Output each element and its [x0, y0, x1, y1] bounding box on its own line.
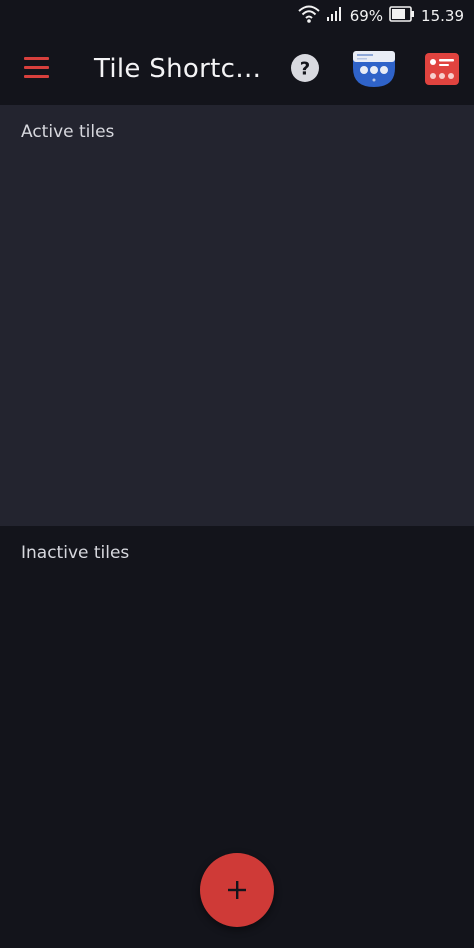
hamburger-menu-icon[interactable]: [20, 56, 54, 82]
inactive-tiles-label: Inactive tiles: [21, 543, 130, 563]
app-toolbar: Tile Shortc… ?: [0, 34, 474, 105]
help-icon[interactable]: ?: [290, 53, 320, 83]
battery-percent: 69%: [349, 7, 384, 25]
add-tile-button[interactable]: [200, 853, 274, 927]
wifi-icon: [298, 4, 320, 28]
quick-settings-tiles-icon[interactable]: [352, 50, 396, 88]
status-bar: 69% 15.39: [0, 0, 474, 34]
status-indicators: 69% 15.39: [298, 5, 464, 27]
clock: 15.39: [421, 7, 464, 25]
svg-text:?: ?: [300, 59, 310, 80]
active-tiles-section: Active tiles: [0, 105, 474, 526]
cellular-signal-icon: [326, 6, 344, 26]
active-tiles-label: Active tiles: [21, 122, 115, 142]
tile-card-icon[interactable]: [424, 51, 460, 87]
battery-icon: [389, 6, 415, 26]
page-title: Tile Shortc…: [94, 54, 262, 84]
plus-icon: [228, 881, 246, 899]
